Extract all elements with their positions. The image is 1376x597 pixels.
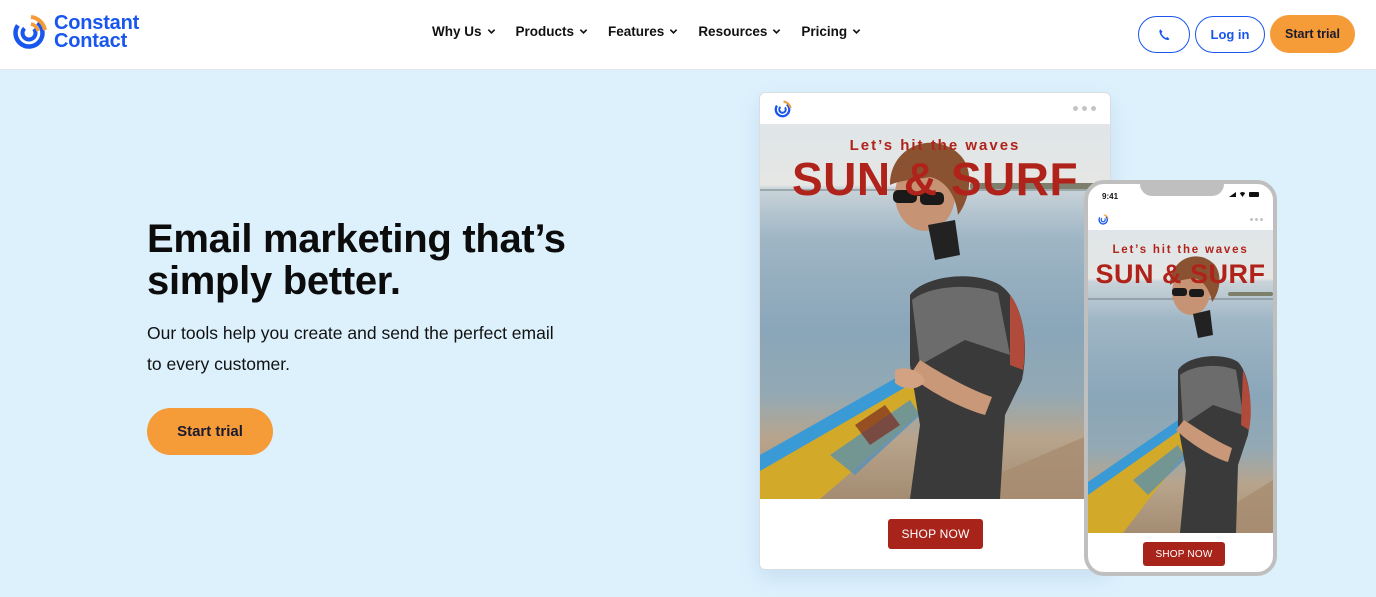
nav-item-resources[interactable]: Resources — [698, 24, 781, 39]
nav-label: Resources — [698, 24, 768, 39]
header-start-trial-button[interactable]: Start trial — [1270, 15, 1355, 53]
more-dots-icon[interactable] — [1073, 106, 1096, 111]
brand-wordmark: Constant Contact — [54, 13, 139, 52]
nav-label: Why Us — [432, 24, 482, 39]
phone-notch — [1140, 184, 1224, 196]
nav-item-features[interactable]: Features — [608, 24, 678, 39]
desktop-email-preview: Let’s hit the waves SUN & SURF SHOP NOW — [759, 92, 1111, 570]
constant-contact-logo-icon — [1098, 214, 1109, 225]
battery-icon — [1249, 192, 1259, 197]
chevron-down-icon — [773, 29, 781, 34]
chevron-down-icon — [852, 29, 861, 34]
call-button[interactable] — [1138, 16, 1190, 53]
brand-name-line2: Contact — [54, 30, 128, 52]
site-header: Constant Contact Why Us Products Feature… — [0, 0, 1376, 70]
brand-logo[interactable]: Constant Contact — [12, 13, 139, 52]
email-headline: SUN & SURF — [1095, 259, 1266, 289]
phone-icon — [1159, 28, 1170, 40]
email-preview-toolbar — [760, 93, 1110, 125]
email-headline: SUN & SURF — [791, 153, 1079, 205]
chevron-down-icon — [487, 29, 495, 34]
shop-now-button[interactable]: SHOP NOW — [888, 519, 983, 549]
surfer-hero-image: Let’s hit the waves SUN & SURF — [1088, 230, 1273, 533]
nav-label: Features — [608, 24, 665, 39]
hero-subtitle: Our tools help you create and send the p… — [147, 323, 554, 374]
mobile-email-preview: 9:41 Let’s hit the waves SUN & SURF SHOP… — [1084, 180, 1277, 576]
login-button[interactable]: Log in — [1195, 16, 1265, 53]
nav-label: Pricing — [801, 24, 848, 39]
nav-item-pricing[interactable]: Pricing — [801, 24, 861, 39]
shop-now-button[interactable]: SHOP NOW — [1143, 542, 1225, 566]
chevron-down-icon — [670, 29, 678, 34]
email-tagline: Let’s hit the waves — [849, 137, 1021, 154]
constant-contact-logo-icon — [774, 100, 792, 118]
signal-icon — [1229, 192, 1236, 197]
status-icons — [1229, 192, 1259, 197]
surfer-hero-image: Let’s hit the waves SUN & SURF — [760, 125, 1110, 499]
nav-label: Products — [515, 24, 575, 39]
email-tagline: Let’s hit the waves — [1112, 244, 1249, 256]
hero-start-trial-button[interactable]: Start trial — [147, 408, 273, 455]
chevron-down-icon — [579, 29, 588, 34]
main-nav: Why Us Products Features Resources Prici… — [432, 24, 861, 39]
wifi-icon — [1239, 192, 1246, 197]
more-dots-icon[interactable] — [1250, 218, 1263, 221]
nav-item-products[interactable]: Products — [516, 24, 589, 39]
hero-title: Email marketing that’s simply better. — [147, 217, 566, 303]
status-time: 9:41 — [1102, 192, 1119, 201]
constant-contact-logo-icon — [13, 15, 47, 49]
nav-item-why-us[interactable]: Why Us — [432, 24, 496, 39]
